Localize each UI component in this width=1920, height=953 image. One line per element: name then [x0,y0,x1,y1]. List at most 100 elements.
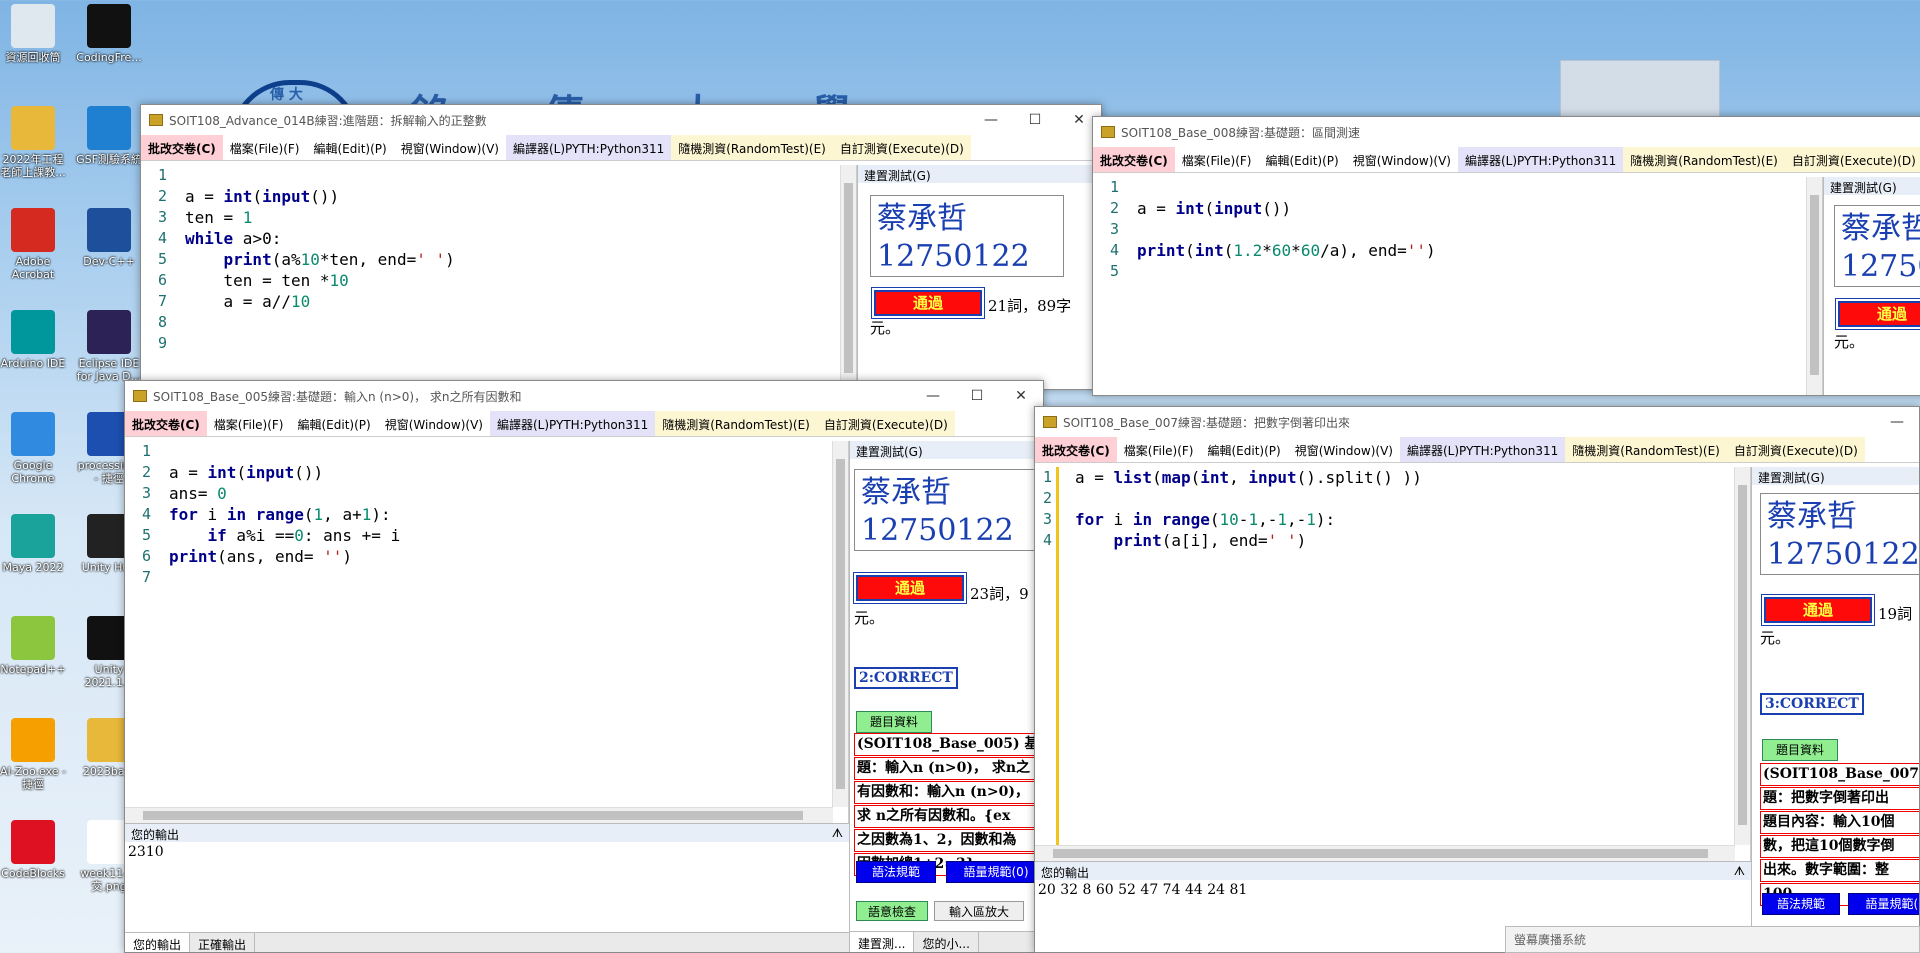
test-panel-header: 建置測試(G) [858,165,1101,183]
desktop-shortcut-label: GSF測驗系統 [76,153,142,166]
menu-edit[interactable]: 編輯(Edit)(P) [1200,437,1288,462]
horizontal-scrollbar[interactable] [1035,845,1735,861]
desktop-shortcut[interactable]: 2022年工程 老師上課教... [0,106,68,179]
question-description: (SOIT108_Base_007) 題：把數字倒著印出 題目內容：輸入10個 數，… [1760,763,1919,907]
pass-badge: 通過 [871,287,985,319]
menu-file[interactable]: 檔案(File)(F) [222,135,307,160]
window-title: SOIT108_Base_008練習:基礎題：區間測速 [1121,125,1361,140]
pin-icon[interactable]: ᗑ [832,826,843,840]
menu-submit[interactable]: 批改交卷(C) [1035,437,1117,462]
title-bar[interactable]: SOIT108_Base_007練習:基礎題：把數字倒著印出來 — [1035,407,1919,437]
menu-window[interactable]: 視窗(Window)(V) [377,411,490,436]
code-editor[interactable]: 1234 a = list(map(int, input().split() )… [1035,467,1751,861]
tab-build-test[interactable]: 建置測... [850,932,915,952]
maximize-icon[interactable]: ☐ [955,388,999,404]
menu-file[interactable]: 檔案(File)(F) [206,411,291,436]
horizontal-scrollbar[interactable] [125,807,833,823]
title-bar[interactable]: SOIT108_Advance_014B練習:進階題：拆解輸入的正整數 — ☐ … [141,105,1101,135]
desktop-shortcut[interactable]: Eclipse IDE for Java D... [74,310,144,383]
tab-syntax-check[interactable]: 語意檢查 [856,901,928,921]
vertical-scrollbar[interactable] [840,165,856,389]
pin-icon[interactable]: ᗑ [1734,864,1745,878]
code-text: a = int(input()) print(int(1.2*60*60/a),… [1137,199,1436,260]
menu-compiler[interactable]: 編譯器(L)PYTH:Python311 [1399,437,1566,462]
vertical-scrollbar[interactable] [1806,177,1822,395]
menu-file[interactable]: 檔案(File)(F) [1174,147,1259,172]
menu-submit[interactable]: 批改交卷(C) [1093,147,1175,172]
desktop-shortcut[interactable]: Google Chrome [0,412,68,485]
tab-your-small[interactable]: 您的小... [914,932,979,952]
desktop-shortcut[interactable]: CodeBlocks [0,820,68,880]
menu-custom-test[interactable]: 自訂測資(Execute)(D) [816,411,955,436]
title-bar[interactable]: SOIT108_Base_008練習:基礎題：區間測速 [1093,117,1920,147]
tab-correct-output[interactable]: 正確輸出 [190,933,256,952]
syntax-rule-button[interactable]: 語法規範 [1762,893,1840,915]
minimize-icon[interactable]: — [1875,414,1919,430]
menu-custom-test[interactable]: 自訂測資(Execute)(D) [1784,147,1920,172]
desktop-shortcut[interactable]: CodingFre... [74,4,144,64]
vertical-scrollbar[interactable] [832,441,848,807]
vertical-scrollbar[interactable] [1734,467,1750,845]
desktop-shortcut-label: Maya 2022 [2,561,64,574]
menu-edit[interactable]: 編輯(Edit)(P) [306,135,394,160]
menu-random-test[interactable]: 隨機測資(RandomTest)(E) [1565,437,1727,462]
desktop-shortcut[interactable]: Maya 2022 [0,514,68,574]
desktop-shortcut[interactable]: AI-Zoo.exe - 捷徑 [0,718,68,791]
code-editor[interactable]: 12345 a = int(input()) print(int(1.2*60*… [1093,177,1823,395]
menu-bar: 批改交卷(C) 檔案(File)(F) 編輯(Edit)(P) 視窗(Windo… [1093,147,1920,173]
background-emblem-text: 傳 大 [270,87,303,103]
desktop-shortcut-label: 2022年工程 老師上課教... [0,153,66,179]
menu-random-test[interactable]: 隨機測資(RandomTest)(E) [1623,147,1785,172]
word-count-suffix: 元。 [1760,629,1791,647]
menu-window[interactable]: 視窗(Window)(V) [1287,437,1400,462]
desktop-shortcut[interactable]: Notepad++ [0,616,68,676]
menu-window[interactable]: 視窗(Window)(V) [1345,147,1458,172]
desktop-shortcut[interactable]: GSF測驗系統 [74,106,144,166]
menu-submit[interactable]: 批改交卷(C) [141,135,223,160]
menu-compiler[interactable]: 編譯器(L)PYTH:Python311 [505,135,672,160]
quantity-rule-button[interactable]: 語量規範(0) [1848,893,1919,915]
tab-input-range[interactable]: 輸入區放大 [934,901,1024,921]
test-panel: 建置測試(G) 蔡承哲12750122 通過 元。 [1823,177,1920,395]
desktop-shortcut[interactable]: Arduino IDE [0,310,68,370]
question-data-button[interactable]: 題目資料 [1762,739,1838,761]
gsf-icon [87,106,131,150]
question-data-button[interactable]: 題目資料 [856,711,932,733]
menu-random-test[interactable]: 隨機測資(RandomTest)(E) [655,411,817,436]
arduino-icon [11,310,55,354]
desktop-shortcut-label: CodingFre... [76,51,142,64]
code-editor[interactable]: 1234567 a = int(input()) ans= 0 for i in… [125,441,849,823]
menu-custom-test[interactable]: 自訂測資(Execute)(D) [832,135,971,160]
menu-edit[interactable]: 編輯(Edit)(P) [290,411,378,436]
pass-badge: 通過 [1835,298,1920,330]
desktop-shortcut-label: Google Chrome [11,459,55,485]
close-icon[interactable]: ✕ [999,388,1043,404]
syntax-rule-button[interactable]: 語法規範 [856,861,936,883]
menu-custom-test[interactable]: 自訂測資(Execute)(D) [1726,437,1865,462]
desktop-shortcut[interactable]: Dev-C++ [74,208,144,268]
menu-file[interactable]: 檔案(File)(F) [1116,437,1201,462]
maximize-icon[interactable]: ☐ [1013,112,1057,128]
window-title: SOIT108_Advance_014B練習:進階題：拆解輸入的正整數 [169,113,487,128]
menu-submit[interactable]: 批改交卷(C) [125,411,207,436]
screen-broadcast-window[interactable]: 螢幕廣播系統 [1505,926,1920,953]
menu-edit[interactable]: 編輯(Edit)(P) [1258,147,1346,172]
minimize-icon[interactable]: — [969,112,1013,128]
title-bar[interactable]: SOIT108_Base_005練習:基礎題：輸入n (n>0)， 求n之所有因… [125,381,1043,411]
menu-compiler[interactable]: 編譯器(L)PYTH:Python311 [489,411,656,436]
devcpp-icon [87,208,131,252]
tab-your-output[interactable]: 您的輸出 [125,933,191,952]
minimize-icon[interactable]: — [911,388,955,404]
student-info-box: 蔡承哲12750122 [854,469,1043,551]
editor-window-base-005: SOIT108_Base_005練習:基礎題：輸入n (n>0)， 求n之所有因… [124,380,1044,953]
code-editor[interactable]: 123456789 a = int(input()) ten = 1 while… [141,165,857,389]
desktop-shortcut[interactable]: 資源回收筒 [0,4,68,64]
desktop-shortcut[interactable]: Adobe Acrobat [0,208,68,281]
test-panel-header: 建置測試(G) [1752,467,1919,485]
chrome-icon [11,412,55,456]
menu-compiler[interactable]: 編譯器(L)PYTH:Python311 [1457,147,1624,172]
menu-window[interactable]: 視窗(Window)(V) [393,135,506,160]
output-text: 20 32 8 60 52 47 74 44 24 81 [1038,882,1248,898]
quantity-rule-button[interactable]: 語量規範(0) [946,861,1043,883]
menu-random-test[interactable]: 隨機測資(RandomTest)(E) [671,135,833,160]
